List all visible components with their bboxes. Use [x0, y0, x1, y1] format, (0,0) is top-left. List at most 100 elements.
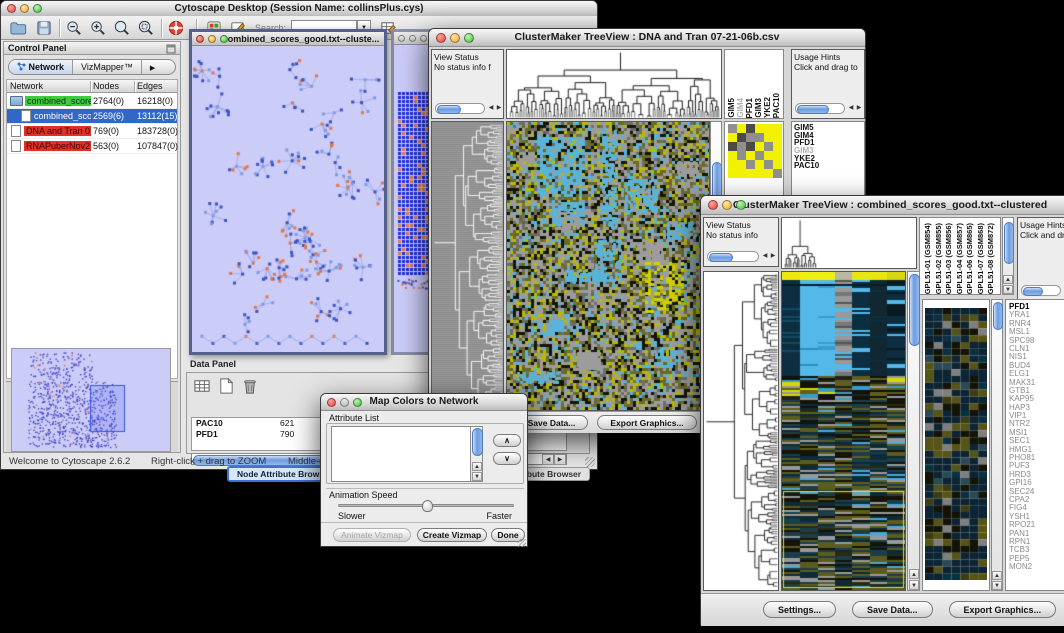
scroll-thumb[interactable]: [472, 428, 483, 456]
tv2-titlebar[interactable]: ClusterMaker TreeView : combined_scores_…: [701, 196, 1064, 215]
zoom-fit-icon[interactable]: [113, 19, 131, 37]
zoom-selected-icon[interactable]: [137, 19, 155, 37]
main-titlebar[interactable]: Cytoscape Desktop (Session Name: collins…: [1, 1, 597, 17]
delete-attribute-icon[interactable]: [241, 377, 259, 395]
network-graph-view[interactable]: [192, 46, 384, 352]
zoom-button[interactable]: [33, 4, 42, 13]
scroll-up-arrow[interactable]: ▲: [992, 571, 1002, 580]
window-resize-grip[interactable]: [585, 457, 595, 467]
tv1-row-dendrogram[interactable]: [431, 121, 504, 411]
create-vizmap-button[interactable]: Create Vizmap: [417, 528, 487, 542]
scroll-left-arrow[interactable]: ◀: [761, 251, 769, 262]
move-up-button[interactable]: ∧: [493, 434, 521, 447]
scroll-thumb[interactable]: [993, 302, 1003, 330]
network-table-row[interactable]: combined_sco2569(6)13112(15): [7, 109, 177, 124]
tv2-heatmap-vscrollbar[interactable]: ▲ ▼: [907, 271, 920, 591]
scroll-left-arrow[interactable]: ◀: [487, 103, 495, 114]
tab-overflow-arrow[interactable]: ▶: [142, 62, 163, 75]
close-button[interactable]: [7, 4, 16, 13]
scroll-left-arrow[interactable]: ◀: [847, 103, 855, 114]
dialog-resize-grip[interactable]: [518, 539, 526, 547]
zoom-button[interactable]: [464, 33, 474, 43]
new-attribute-icon[interactable]: [217, 377, 235, 395]
scroll-down-arrow[interactable]: ▼: [1003, 285, 1013, 294]
tv1-column-dendrogram[interactable]: [506, 49, 722, 119]
zoom-button[interactable]: [353, 398, 362, 407]
minimize-button[interactable]: [340, 398, 349, 407]
tv2-export-graphics-button[interactable]: Export Graphics...: [949, 601, 1057, 618]
tv1-titlebar[interactable]: ClusterMaker TreeView : DNA and Tran 07-…: [429, 29, 865, 47]
tv2-column-dendrogram[interactable]: [781, 217, 917, 269]
close-button[interactable]: [436, 33, 446, 43]
close-button[interactable]: [708, 200, 718, 210]
attribute-listbox[interactable]: [331, 426, 483, 482]
scroll-thumb[interactable]: [437, 105, 461, 114]
scroll-up-arrow[interactable]: ▲: [909, 569, 919, 579]
scroll-thumb[interactable]: [1004, 222, 1014, 264]
tv2-vs-scrollbar[interactable]: [707, 251, 759, 262]
tab-vizmapper[interactable]: VizMapper™: [73, 60, 142, 74]
network-table-row[interactable]: combined_scores2764(0)16218(0): [7, 94, 177, 109]
scroll-right-arrow[interactable]: ▶: [495, 103, 503, 114]
minimize-button[interactable]: [450, 33, 460, 43]
tv1-uh-scrollbar[interactable]: [795, 103, 845, 114]
tv2-gene-vscrollbar[interactable]: ▲ ▼: [991, 299, 1003, 591]
close-button[interactable]: [196, 35, 204, 43]
scroll-right-arrow[interactable]: ▶: [769, 251, 777, 262]
tv2-row-dendrogram[interactable]: [703, 271, 779, 591]
animation-speed-slider[interactable]: [338, 504, 514, 507]
network-table-row[interactable]: RNAPuberNov2+563(0)107847(0): [7, 139, 177, 154]
tv1-zoom-matrix[interactable]: [728, 124, 782, 178]
tv1-heatmap[interactable]: [506, 121, 710, 411]
network-table-row[interactable]: DNA and Tran 07769(0)183728(0): [7, 124, 177, 139]
zoom-in-icon[interactable]: [89, 19, 107, 37]
matrix-cell: [755, 133, 764, 142]
matrix-cell: [746, 151, 755, 160]
scroll-up-arrow[interactable]: ▲: [472, 462, 482, 471]
tab-network[interactable]: Network: [9, 60, 73, 74]
zoom-button[interactable]: [220, 35, 228, 43]
scroll-down-arrow[interactable]: ▼: [992, 581, 1002, 590]
float-panel-icon[interactable]: [166, 44, 176, 54]
zoom-out-icon[interactable]: [65, 19, 83, 37]
attribute-select-icon[interactable]: [193, 377, 211, 395]
minimize-button[interactable]: [409, 35, 416, 42]
slider-thumb[interactable]: [422, 500, 433, 512]
minimize-button[interactable]: [208, 35, 216, 43]
matrix-cell: [728, 160, 737, 169]
zoom-button[interactable]: [420, 35, 427, 42]
scroll-thumb[interactable]: [909, 274, 920, 346]
tv1-export-graphics-button[interactable]: Export Graphics...: [597, 415, 696, 430]
zoom-button[interactable]: [736, 200, 746, 210]
scroll-down-arrow[interactable]: ▼: [472, 472, 482, 481]
tv2-uh-scrollbar[interactable]: [1021, 285, 1061, 296]
scroll-down-arrow[interactable]: ▼: [909, 580, 919, 590]
open-session-icon[interactable]: [9, 19, 27, 37]
scroll-thumb[interactable]: [709, 253, 733, 262]
edges-cell: 107847(0): [137, 139, 179, 153]
matrix-cell: [737, 160, 746, 169]
scroll-up-arrow[interactable]: ▲: [1003, 275, 1013, 284]
birdseye-view[interactable]: [12, 349, 170, 451]
save-session-icon[interactable]: [35, 19, 53, 37]
attribute-list-vscrollbar[interactable]: ▲ ▼: [470, 426, 483, 482]
tv2-heatmap[interactable]: [781, 271, 906, 591]
network-window-titlebar[interactable]: combined_scores_good.txt--cluste...: [192, 32, 384, 46]
scroll-thumb[interactable]: [797, 105, 829, 114]
minimize-button[interactable]: [722, 200, 732, 210]
minimize-button[interactable]: [20, 4, 29, 13]
tv2-zoom-heatmap[interactable]: [925, 308, 987, 580]
scroll-thumb[interactable]: [1023, 287, 1043, 296]
close-button[interactable]: [327, 398, 336, 407]
animate-vizmap-button[interactable]: Animate Vizmap: [333, 528, 411, 542]
network-table-header[interactable]: Network Nodes Edges: [7, 80, 177, 93]
help-icon[interactable]: [167, 19, 185, 37]
move-down-button[interactable]: ∨: [493, 452, 521, 465]
tv1-vs-scrollbar[interactable]: [435, 103, 485, 114]
tv2-settings-button[interactable]: Settings...: [763, 601, 836, 618]
scroll-right-arrow[interactable]: ▶: [855, 103, 863, 114]
close-button[interactable]: [398, 35, 405, 42]
tv2-save-data-button[interactable]: Save Data...: [852, 601, 933, 618]
dialog-titlebar[interactable]: Map Colors to Network: [321, 394, 527, 411]
tv2-collabel-vscrollbar[interactable]: ▲ ▼: [1002, 217, 1014, 295]
